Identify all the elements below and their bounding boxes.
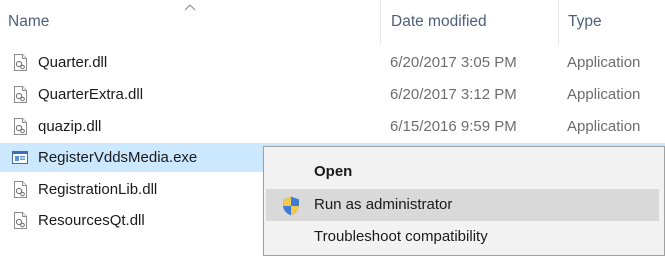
file-date-modified: 6/15/2016 9:59 PM: [390, 118, 517, 135]
menu-item-run-as-administrator[interactable]: Run as administrator: [266, 189, 659, 221]
menu-item-label: Run as administrator: [314, 196, 453, 213]
file-type: Application: [567, 54, 641, 71]
file-name: quazip.dll: [38, 118, 102, 135]
file-row[interactable]: quazip.dll 6/15/2016 9:59 PM Application: [0, 112, 665, 141]
dll-file-icon: [14, 181, 27, 198]
file-row[interactable]: Quarter.dll 6/20/2017 3:05 PM Applicatio…: [0, 48, 665, 77]
menu-item-open[interactable]: Open: [266, 156, 659, 188]
column-header-date-label: Date modified: [391, 13, 487, 30]
sort-ascending-icon: [184, 4, 196, 11]
menu-item-label: Open: [314, 163, 353, 180]
exe-file-icon: [12, 151, 28, 164]
column-header-type[interactable]: Type: [558, 0, 665, 44]
file-name: QuarterExtra.dll: [38, 86, 144, 103]
column-header-type-label: Type: [568, 13, 602, 30]
column-header-bar: Name Date modified Type: [0, 0, 665, 44]
column-header-name[interactable]: Name: [8, 0, 380, 44]
file-date-modified: 6/20/2017 3:05 PM: [390, 54, 517, 71]
menu-item-label: Troubleshoot compatibility: [314, 228, 488, 245]
menu-item-troubleshoot-compatibility[interactable]: Troubleshoot compatibility: [266, 221, 659, 253]
uac-shield-icon: [283, 196, 299, 216]
file-row[interactable]: QuarterExtra.dll 6/20/2017 3:12 PM Appli…: [0, 80, 665, 109]
file-type: Application: [567, 118, 641, 135]
dll-file-icon: [14, 118, 27, 135]
column-header-date-modified[interactable]: Date modified: [380, 0, 558, 44]
file-name: RegistrationLib.dll: [38, 181, 158, 198]
context-menu: Open Run as administrator Troubleshoot c…: [263, 146, 665, 256]
file-name: Quarter.dll: [38, 54, 108, 71]
file-type: Application: [567, 86, 641, 103]
dll-file-icon: [14, 86, 27, 103]
column-header-name-label: Name: [8, 13, 50, 30]
dll-file-icon: [14, 54, 27, 71]
file-name: ResourcesQt.dll: [38, 212, 145, 229]
file-date-modified: 6/20/2017 3:12 PM: [390, 86, 517, 103]
dll-file-icon: [14, 212, 27, 229]
file-name: RegisterVddsMedia.exe: [38, 149, 198, 166]
